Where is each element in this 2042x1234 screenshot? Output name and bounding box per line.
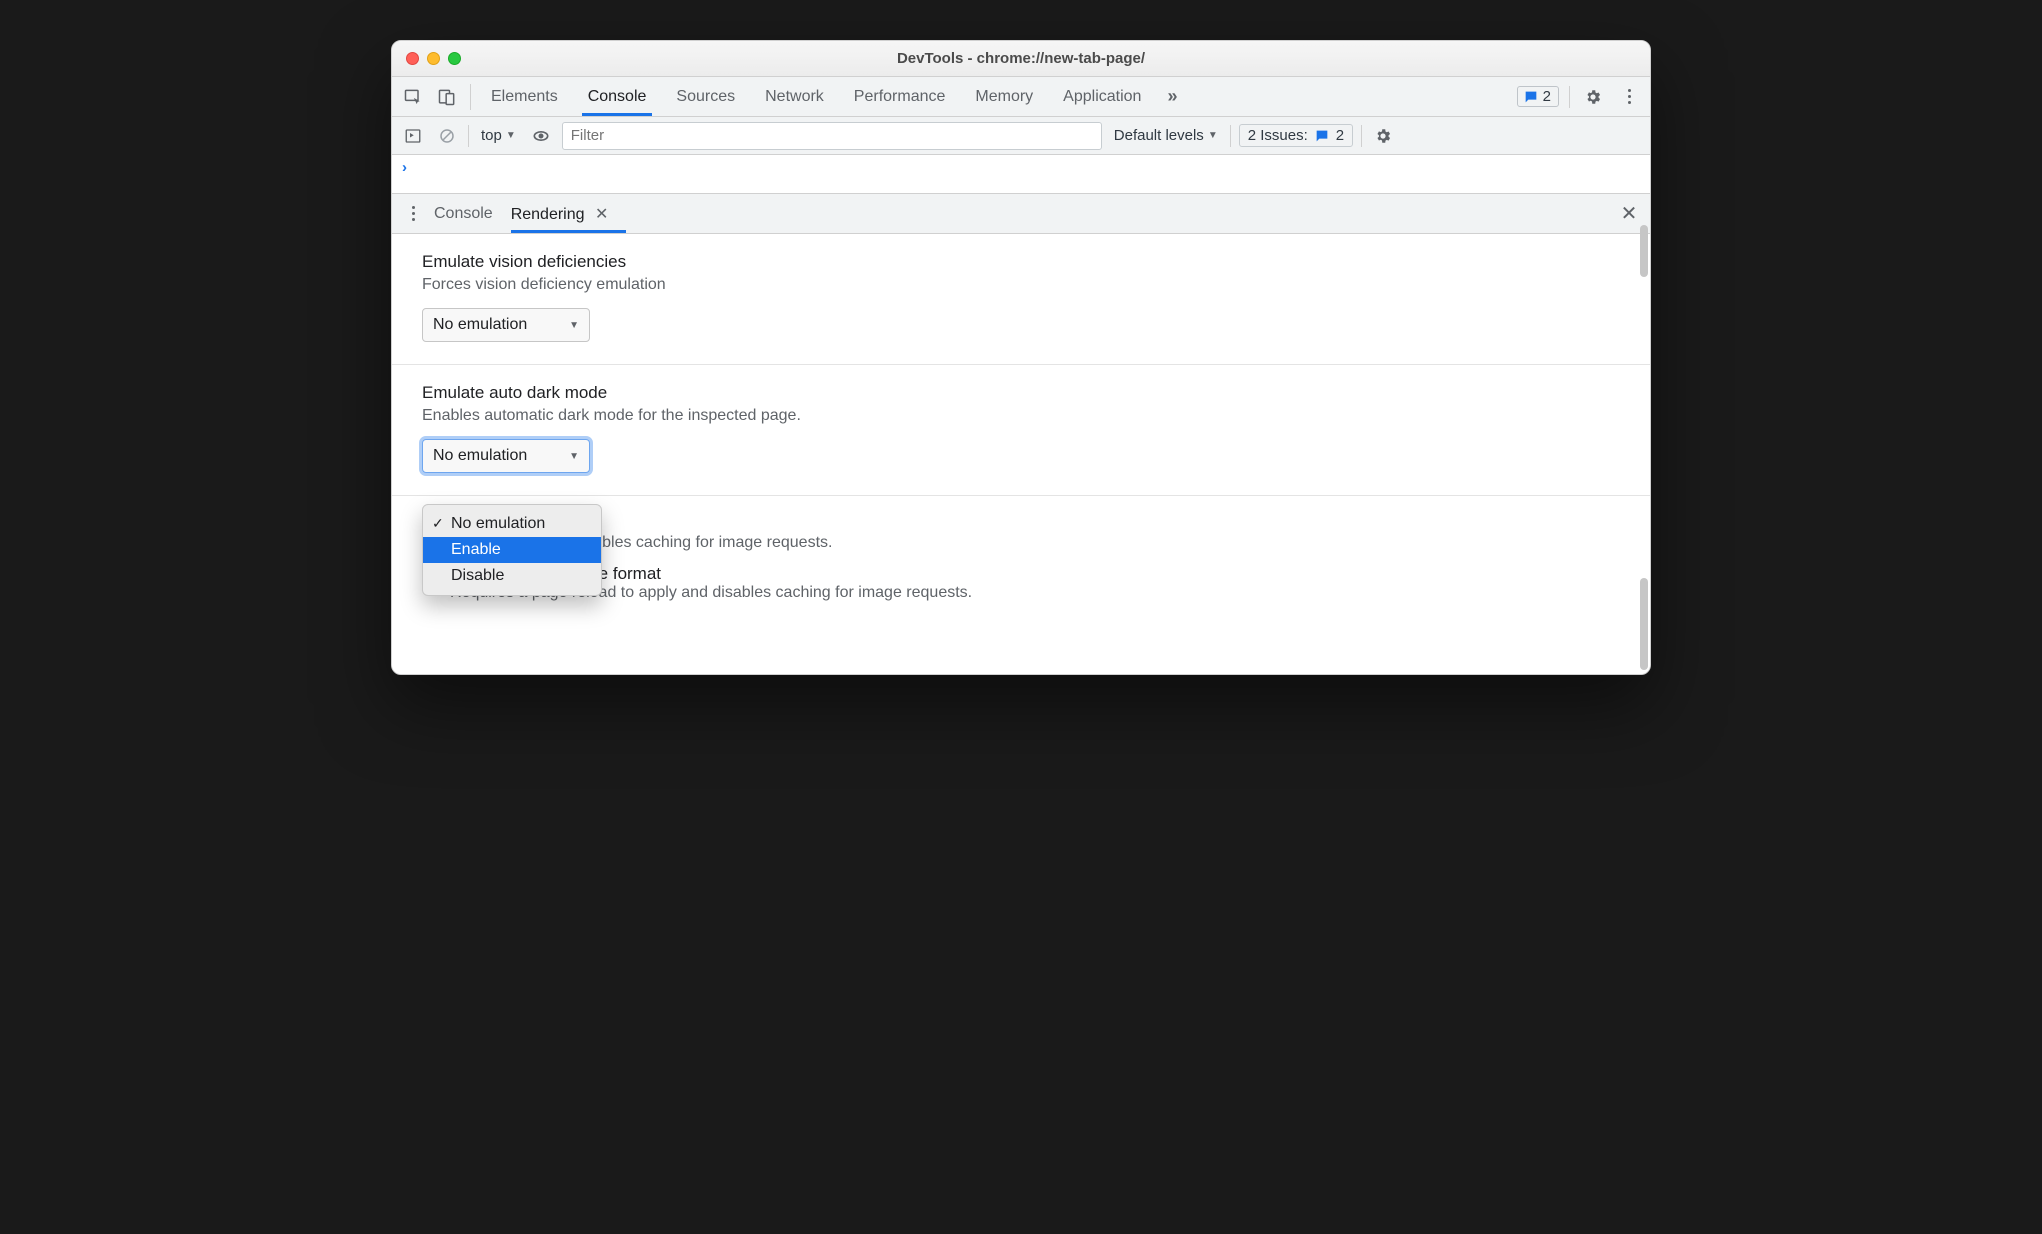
close-tab-icon[interactable]: ✕	[595, 206, 608, 223]
console-settings-icon[interactable]	[1370, 123, 1396, 149]
dark-mode-section: Emulate auto dark mode Enables automatic…	[392, 365, 1650, 496]
issues-button[interactable]: 2 Issues: 2	[1239, 124, 1353, 147]
tab-application[interactable]: Application	[1059, 80, 1145, 114]
live-expression-icon[interactable]	[528, 123, 554, 149]
vision-desc: Forces vision deficiency emulation	[422, 276, 1620, 294]
rendering-panel: Emulate vision deficiencies Forces visio…	[392, 234, 1650, 674]
scrollbar-thumb[interactable]	[1640, 225, 1648, 277]
darkmode-dropdown-popup: No emulation Enable Disable	[422, 504, 602, 596]
option-no-emulation[interactable]: No emulation	[423, 511, 601, 537]
close-window-button[interactable]	[406, 52, 419, 65]
kebab-menu-icon[interactable]	[1616, 84, 1642, 110]
settings-icon[interactable]	[1580, 84, 1606, 110]
main-tabs: Elements Console Sources Network Perform…	[471, 80, 1509, 114]
filter-input[interactable]	[562, 122, 1102, 150]
close-drawer-icon[interactable]: ✕	[1616, 201, 1642, 227]
inspect-element-icon[interactable]	[400, 84, 426, 110]
zoom-window-button[interactable]	[448, 52, 461, 65]
tab-sources[interactable]: Sources	[672, 80, 739, 114]
minimize-window-button[interactable]	[427, 52, 440, 65]
scrollbar-thumb[interactable]	[1640, 578, 1648, 670]
chevron-down-icon: ▼	[569, 451, 579, 462]
drawer-tab-rendering[interactable]: Rendering ✕	[511, 196, 609, 232]
console-toolbar: top ▼ Default levels ▼ 2 Issues: 2	[392, 117, 1650, 155]
tab-memory[interactable]: Memory	[971, 80, 1037, 114]
drawer-tab-rendering-label: Rendering	[511, 206, 585, 223]
tab-elements[interactable]: Elements	[487, 80, 562, 114]
tab-network[interactable]: Network	[761, 80, 828, 114]
tab-performance[interactable]: Performance	[850, 80, 950, 114]
log-levels-label: Default levels	[1114, 127, 1204, 144]
window-title: DevTools - chrome://new-tab-page/	[392, 50, 1650, 67]
device-toolbar-icon[interactable]	[434, 84, 460, 110]
clear-console-icon[interactable]	[434, 123, 460, 149]
darkmode-select-value: No emulation	[433, 447, 527, 465]
titlebar: DevTools - chrome://new-tab-page/	[392, 41, 1650, 77]
log-levels-selector[interactable]: Default levels ▼	[1110, 127, 1222, 144]
errors-badge[interactable]: 2	[1517, 86, 1559, 107]
console-body[interactable]: ›	[392, 155, 1650, 194]
issues-count: 2	[1336, 127, 1344, 144]
traffic-lights	[392, 52, 461, 65]
darkmode-desc: Enables automatic dark mode for the insp…	[422, 407, 1620, 425]
vision-select-value: No emulation	[433, 316, 527, 334]
chevron-down-icon: ▼	[569, 320, 579, 331]
option-disable[interactable]: Disable	[423, 563, 601, 589]
devtools-window: DevTools - chrome://new-tab-page/ Elemen…	[391, 40, 1651, 675]
toggle-sidebar-icon[interactable]	[400, 123, 426, 149]
vision-select[interactable]: No emulation ▼	[422, 308, 590, 342]
option-enable[interactable]: Enable	[423, 537, 601, 563]
darkmode-select[interactable]: No emulation ▼	[422, 439, 590, 473]
drawer-tabstrip: Console Rendering ✕ ✕	[392, 194, 1650, 234]
darkmode-title: Emulate auto dark mode	[422, 383, 1620, 403]
more-tabs-icon[interactable]: »	[1167, 86, 1172, 107]
drawer-tab-console[interactable]: Console	[434, 197, 493, 231]
console-prompt-icon: ›	[402, 159, 407, 176]
main-tabstrip: Elements Console Sources Network Perform…	[392, 77, 1650, 117]
context-label: top	[481, 127, 502, 144]
context-selector[interactable]: top ▼	[477, 127, 520, 144]
vision-title: Emulate vision deficiencies	[422, 252, 1620, 272]
vision-deficiency-section: Emulate vision deficiencies Forces visio…	[392, 234, 1650, 365]
drawer-menu-icon[interactable]	[400, 201, 426, 227]
tab-console[interactable]: Console	[584, 80, 651, 114]
issues-label: 2 Issues:	[1248, 127, 1308, 144]
errors-count: 2	[1543, 88, 1551, 105]
